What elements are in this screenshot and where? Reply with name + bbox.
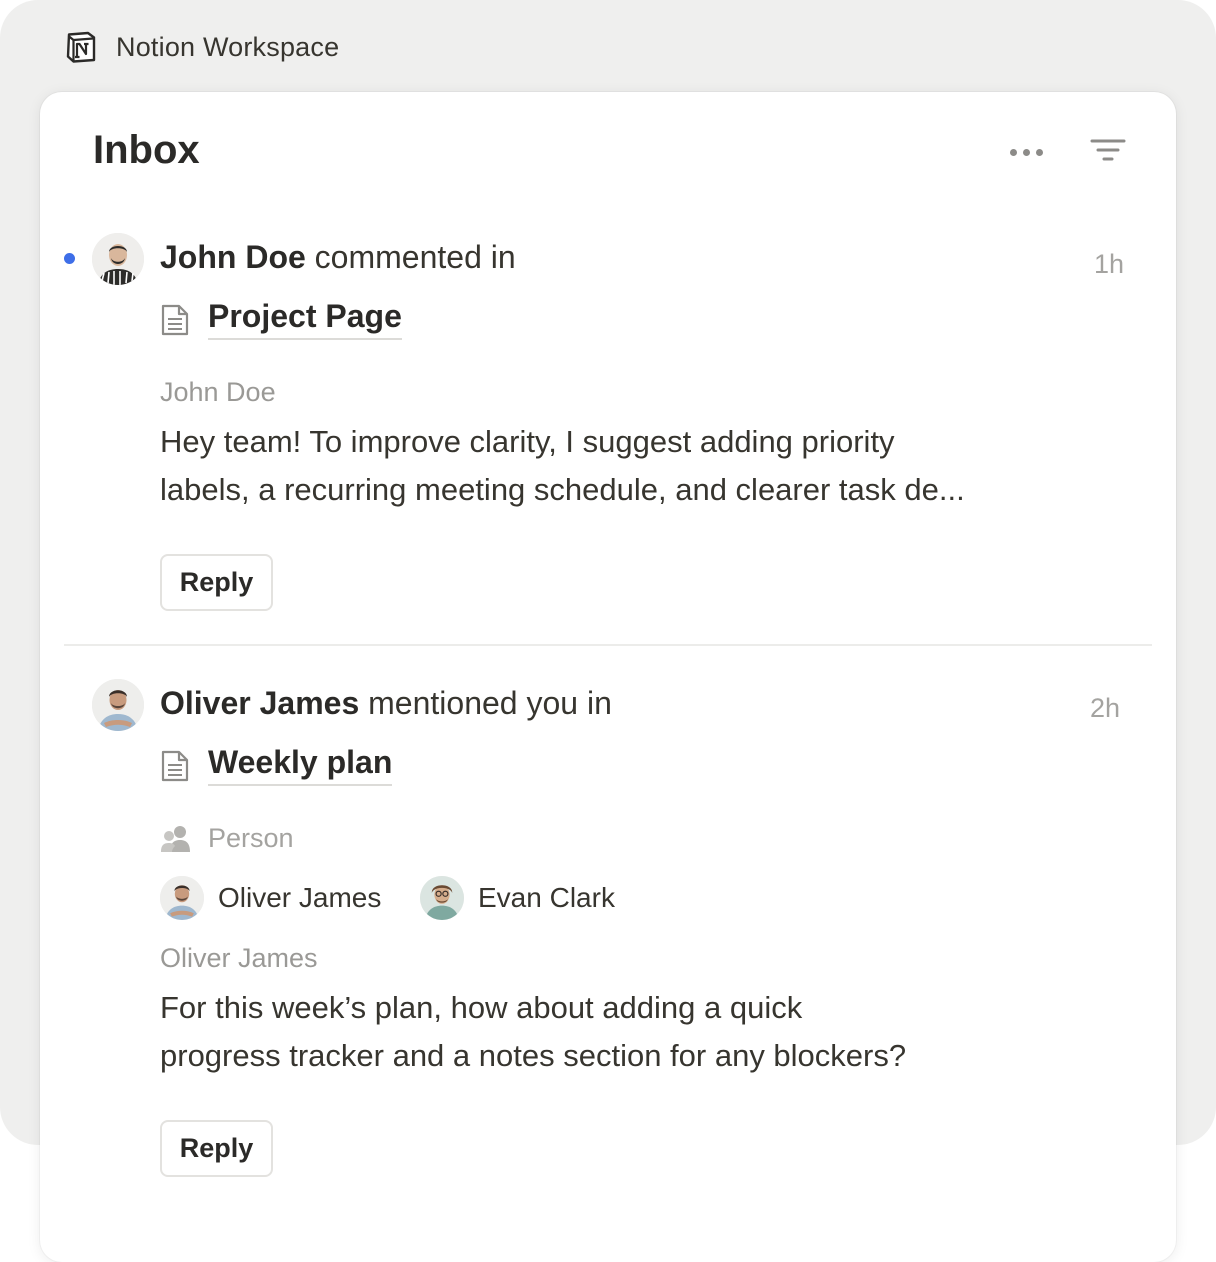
more-horizontal-icon — [1009, 148, 1017, 156]
notification-actor[interactable]: Oliver James — [160, 685, 359, 721]
divider — [64, 644, 1152, 646]
notification-action: mentioned you in — [359, 685, 612, 721]
person-chip[interactable]: Evan Clark — [420, 876, 615, 920]
avatar — [92, 233, 144, 285]
avatar — [160, 876, 204, 920]
property-label: Person — [208, 823, 294, 853]
comment-text: For this week’s plan, how about adding a… — [160, 984, 1060, 1080]
notification-time: 2h — [1090, 693, 1121, 723]
person-name: Oliver James — [218, 882, 382, 913]
notion-logo-icon — [66, 31, 96, 63]
notification-action: commented in — [305, 239, 516, 275]
filter-icon[interactable] — [1088, 136, 1128, 168]
comment-line: Hey team! To improve clarity, I suggest … — [160, 424, 895, 459]
person-chip[interactable]: Oliver James — [160, 876, 381, 920]
notification-actor[interactable]: John Doe — [160, 239, 306, 275]
app-title: Notion Workspace — [116, 31, 340, 62]
comment-line: labels, a recurring meeting schedule, an… — [160, 472, 965, 507]
person-name: Evan Clark — [478, 882, 615, 913]
page-icon — [161, 304, 189, 336]
people-icon — [161, 825, 190, 852]
person-property: Person — [160, 823, 294, 854]
inbox-panel: Inbox John Doe commented in 1h Project P… — [40, 92, 1176, 1262]
comment-author: John Doe — [160, 377, 276, 407]
comment-line: For this week’s plan, how about adding a… — [160, 990, 803, 1025]
notification-time: 1h — [1094, 249, 1125, 279]
avatar — [92, 679, 144, 731]
page-name[interactable]: Project Page — [208, 300, 402, 340]
page-link[interactable]: Project Page — [160, 300, 402, 340]
page-icon — [161, 750, 189, 782]
comment-text: Hey team! To improve clarity, I suggest … — [160, 418, 1060, 514]
comment-line: progress tracker and a notes section for… — [160, 1038, 907, 1073]
notification-header: Oliver James mentioned you in — [160, 685, 612, 722]
unread-indicator — [64, 253, 75, 264]
reply-button[interactable]: Reply — [160, 1120, 273, 1177]
page-name[interactable]: Weekly plan — [208, 746, 393, 786]
notification-header: John Doe commented in — [160, 239, 516, 276]
titlebar: Notion Workspace — [64, 28, 339, 66]
inbox-title: Inbox — [93, 128, 200, 172]
page-link[interactable]: Weekly plan — [160, 746, 393, 786]
avatar — [420, 876, 464, 920]
comment-author: Oliver James — [160, 943, 318, 973]
more-options-button[interactable] — [1002, 142, 1050, 162]
reply-button[interactable]: Reply — [160, 554, 273, 611]
